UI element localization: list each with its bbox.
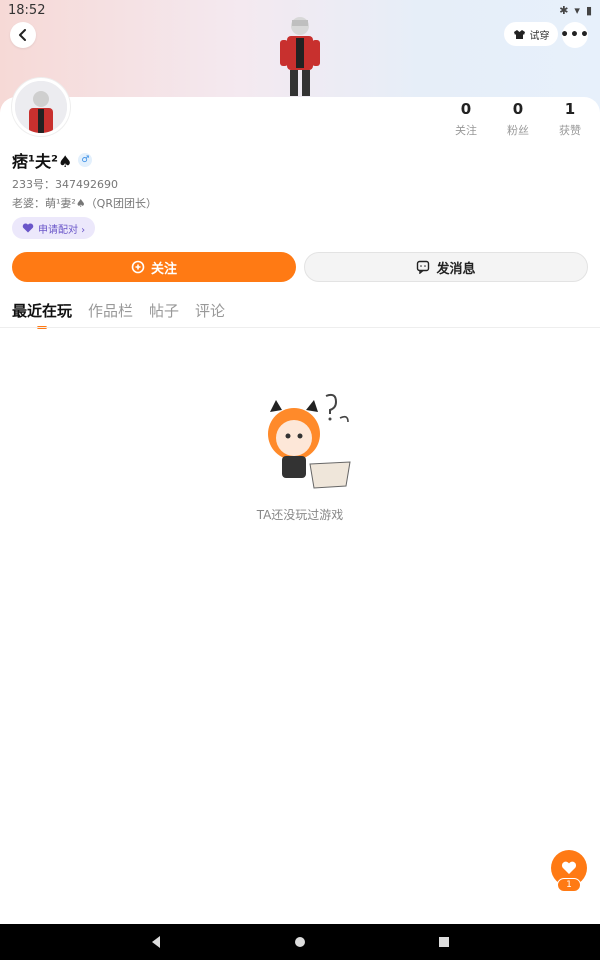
chat-bubble-icon	[417, 260, 430, 274]
heart-pair-icon	[22, 223, 34, 233]
gender-male-icon: ♂	[78, 153, 93, 167]
back-button[interactable]	[10, 22, 36, 48]
follow-icon	[131, 260, 145, 274]
wifi-icon: ▾	[574, 3, 580, 17]
empty-state-text: TA还没玩过游戏	[256, 508, 344, 522]
username: 痞¹夫²♠	[12, 152, 73, 171]
chevron-left-icon	[19, 29, 26, 41]
tabs-divider	[0, 327, 600, 328]
tab-comments[interactable]: 评论	[195, 300, 225, 329]
apply-pair-button[interactable]: 申请配对 ›	[12, 217, 96, 239]
stat-following[interactable]: 0 关注	[440, 100, 492, 138]
nav-back-icon[interactable]	[149, 935, 163, 949]
try-on-label: 试穿	[529, 30, 550, 42]
status-icons: ✱ ▾ ▮	[559, 4, 592, 17]
avatar-image	[15, 81, 67, 133]
stat-value: 1	[564, 100, 576, 118]
username-row: 痞¹夫²♠ ♂	[12, 148, 93, 172]
nav-recents-icon[interactable]	[437, 935, 451, 949]
system-navigation-bar	[0, 924, 600, 960]
bluetooth-icon: ✱	[559, 3, 569, 17]
outfit-icon	[513, 29, 525, 39]
profile-tabs: 最近在玩 作品栏 帖子 评论	[12, 300, 225, 329]
apply-pair-label: 申请配对 ›	[38, 224, 86, 236]
avatar[interactable]	[12, 78, 70, 136]
battery-icon: ▮	[585, 3, 592, 17]
stat-label: 获赞	[559, 124, 581, 137]
more-options-button[interactable]: •••	[560, 22, 590, 48]
send-message-button[interactable]: 发消息	[304, 252, 588, 282]
spouse-info: 老婆：萌¹妻²♠（QR团团长）	[12, 197, 157, 210]
empty-state-illustration	[252, 390, 356, 494]
follow-button[interactable]: 关注	[12, 252, 296, 282]
send-message-label: 发消息	[436, 261, 476, 277]
stat-value: 0	[460, 100, 472, 118]
user-id: 233号：347492690	[12, 178, 118, 191]
more-icon: •••	[560, 27, 590, 43]
stat-label: 关注	[455, 124, 477, 137]
nav-home-icon[interactable]	[293, 935, 307, 949]
tab-recent-games[interactable]: 最近在玩	[12, 300, 72, 329]
heart-icon	[561, 861, 577, 874]
stat-label: 粉丝	[507, 124, 529, 137]
stat-followers[interactable]: 0 粉丝	[492, 100, 544, 138]
stat-value: 0	[512, 100, 524, 118]
try-on-button[interactable]: 试穿	[504, 22, 558, 46]
stat-likes[interactable]: 1 获赞	[544, 100, 596, 138]
like-count-badge: 1	[557, 878, 581, 892]
profile-stats: 0 关注 0 粉丝 1 获赞	[440, 100, 600, 138]
tab-posts[interactable]: 帖子	[149, 300, 179, 329]
tab-works[interactable]: 作品栏	[88, 300, 133, 329]
status-time: 18:52	[8, 2, 46, 18]
follow-label: 关注	[150, 261, 177, 277]
avatar-character-figure	[272, 14, 328, 98]
